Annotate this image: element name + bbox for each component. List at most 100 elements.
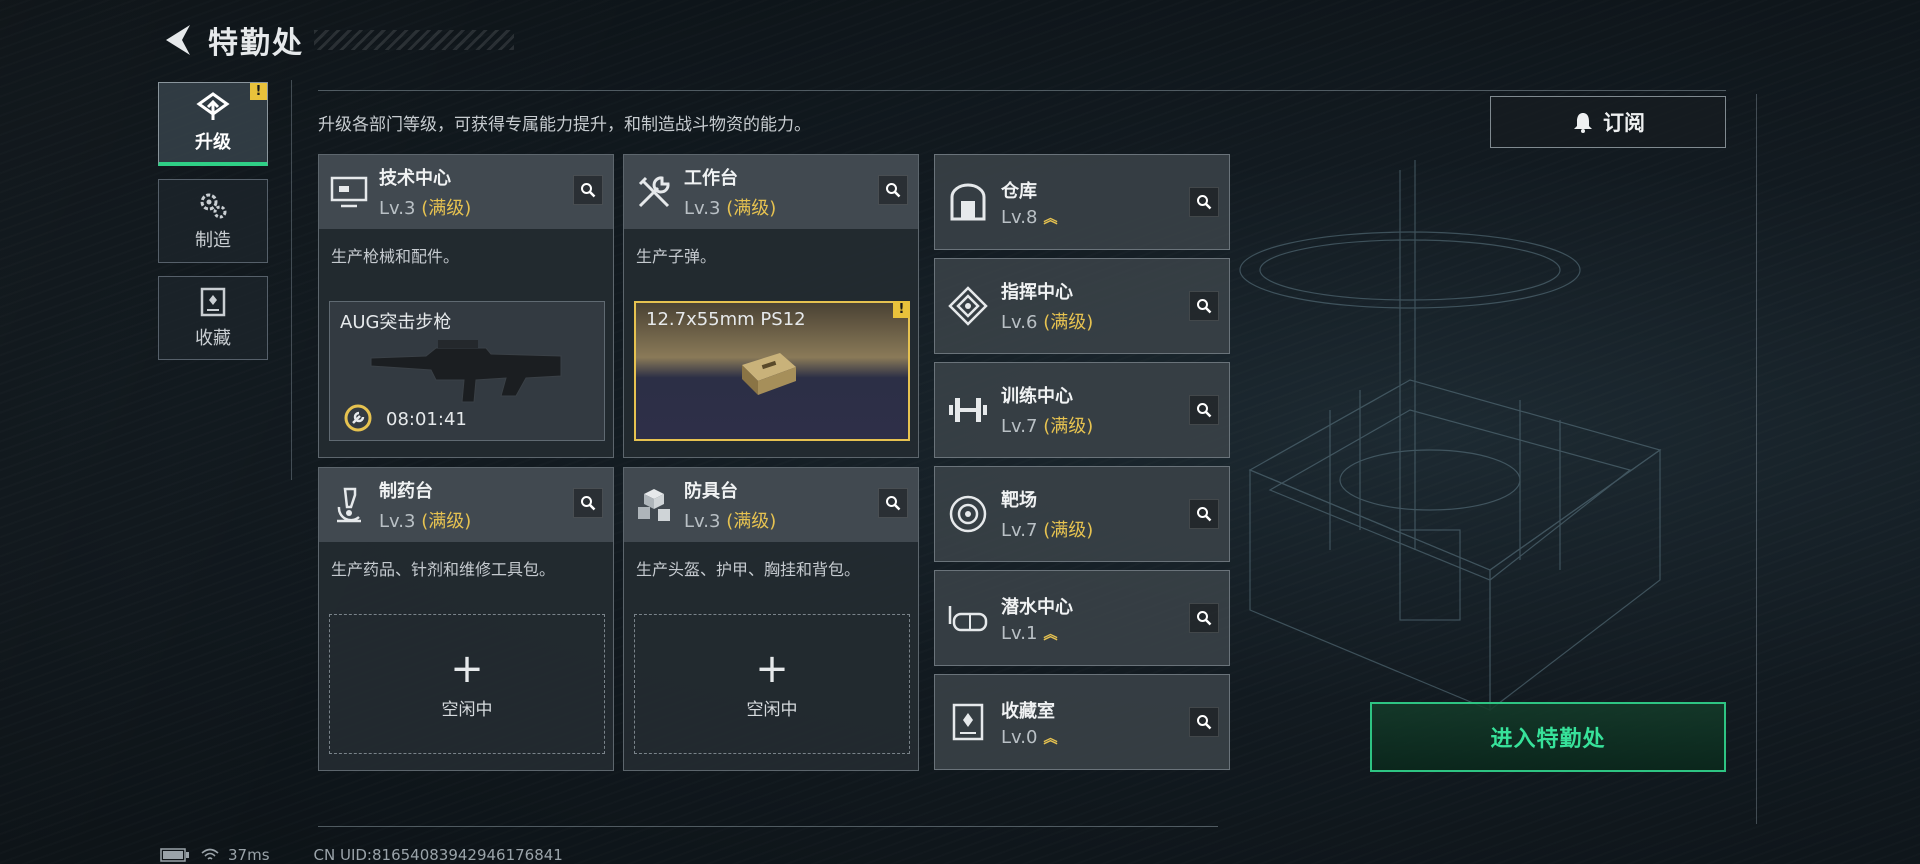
- card-title: 防具台: [684, 481, 738, 502]
- tools-icon: [624, 155, 684, 229]
- search-button[interactable]: [1189, 395, 1219, 425]
- facility-level: Lv.8: [1001, 206, 1038, 228]
- collection-icon: [200, 287, 226, 317]
- battery-icon: [160, 848, 189, 862]
- card-description: 生产头盔、护甲、胸挂和背包。: [636, 560, 861, 579]
- search-icon: [886, 183, 901, 198]
- facility-diving-center[interactable]: 潜水中心 Lv.1 ︽: [934, 570, 1230, 666]
- facility-training-center[interactable]: 训练中心 Lv.7 (满级): [934, 362, 1230, 458]
- facility-name: 收藏室: [1001, 700, 1055, 722]
- card-workbench[interactable]: 工作台 Lv.3 (满级) 生产子弹。 ! 12.7x55mm PS12: [623, 154, 919, 458]
- building-wireframe-image: [1239, 160, 1662, 712]
- wifi-icon: [201, 848, 219, 860]
- card-armor-bench[interactable]: 防具台 Lv.3 (满级) 生产头盔、护甲、胸挂和背包。 + 空闲中: [623, 467, 919, 771]
- card-level: Lv.3: [379, 511, 416, 532]
- card-title: 工作台: [684, 168, 738, 189]
- search-icon: [1197, 299, 1212, 314]
- search-icon: [1197, 611, 1212, 626]
- card-header: 工作台 Lv.3 (满级): [624, 155, 918, 229]
- card-tech-center[interactable]: 技术中心 Lv.3 (满级) 生产枪械和配件。 AUG突击步枪 08:01:41: [318, 154, 614, 458]
- enter-label: 进入特勤处: [1490, 727, 1606, 752]
- facility-level: Lv.0: [1001, 726, 1038, 748]
- card-description: 生产药品、针剂和维修工具包。: [331, 560, 556, 579]
- facility-collection-room[interactable]: 收藏室 Lv.0 ︽: [934, 674, 1230, 770]
- section-description: 升级各部门等级，可获得专属能力提升，和制造战斗物资的能力。: [318, 115, 811, 135]
- search-button[interactable]: [1189, 187, 1219, 217]
- facility-max-tag: (满级): [1043, 520, 1094, 541]
- card-level: Lv.3: [684, 198, 721, 219]
- gears-icon: [200, 193, 227, 219]
- computer-icon: [319, 155, 379, 229]
- search-icon: [1197, 195, 1212, 210]
- back-button[interactable]: [160, 22, 196, 58]
- search-button[interactable]: [1189, 499, 1219, 529]
- facility-shooting-range[interactable]: 靶场 Lv.7 (满级): [934, 466, 1230, 562]
- upgrade-chevron-icon: ︽: [1043, 730, 1057, 747]
- search-icon: [1197, 715, 1212, 730]
- empty-production-slot[interactable]: + 空闲中: [634, 614, 910, 754]
- production-slot[interactable]: AUG突击步枪 08:01:41: [329, 301, 605, 441]
- user-uid: CN UID:81654083942946176841: [313, 846, 563, 864]
- search-button[interactable]: [878, 488, 908, 518]
- search-icon: [581, 183, 596, 198]
- card-title: 技术中心: [379, 168, 451, 189]
- rifle-image: [370, 340, 562, 403]
- search-button[interactable]: [878, 175, 908, 205]
- bottom-frame-line: [318, 826, 1218, 827]
- facility-name: 靶场: [1001, 490, 1037, 511]
- facility-name: 仓库: [1001, 180, 1037, 202]
- card-pharmacy[interactable]: 制药台 Lv.3 (满级) 生产药品、针剂和维修工具包。 + 空闲中: [318, 467, 614, 771]
- production-slot[interactable]: ! 12.7x55mm PS12: [634, 301, 910, 441]
- card-max-tag: (满级): [726, 511, 777, 532]
- top-frame-line: [318, 90, 1726, 91]
- nav-craft[interactable]: 制造: [158, 179, 268, 263]
- blocks-icon: [624, 468, 684, 542]
- plus-icon: +: [450, 645, 484, 692]
- nav-upgrade[interactable]: ! 升级: [158, 82, 268, 166]
- search-button[interactable]: [1189, 707, 1219, 737]
- card-max-tag: (满级): [421, 511, 472, 532]
- title-decoration: [314, 30, 514, 50]
- card-header: 制药台 Lv.3 (满级): [319, 468, 613, 542]
- production-item-name: AUG突击步枪: [340, 312, 452, 333]
- card-description: 生产枪械和配件。: [331, 247, 460, 266]
- card-max-tag: (满级): [421, 198, 472, 219]
- facility-warehouse[interactable]: 仓库 Lv.8 ︽: [934, 154, 1230, 250]
- card-header: 防具台 Lv.3 (满级): [624, 468, 918, 542]
- facility-level: Lv.7: [1001, 520, 1038, 541]
- plus-icon: +: [755, 645, 789, 692]
- facility-command-center[interactable]: 指挥中心 Lv.6 (满级): [934, 258, 1230, 354]
- alert-badge: !: [250, 83, 267, 100]
- facility-max-tag: (满级): [1043, 312, 1094, 333]
- search-button[interactable]: [573, 175, 603, 205]
- card-description: 生产子弹。: [636, 247, 717, 266]
- nav-craft-label: 制造: [195, 230, 231, 251]
- card-title: 制药台: [379, 481, 433, 502]
- search-icon: [581, 496, 596, 511]
- alert-badge: !: [893, 301, 910, 318]
- facility-name: 训练中心: [1001, 386, 1073, 407]
- upgrade-chevron-icon: ︽: [1043, 210, 1057, 227]
- card-max-tag: (满级): [726, 198, 777, 219]
- right-frame-line: [1756, 94, 1757, 824]
- collection-icon: [935, 674, 1001, 770]
- search-icon: [1197, 403, 1212, 418]
- upgrade-icon: [196, 91, 230, 120]
- search-button[interactable]: [573, 488, 603, 518]
- search-button[interactable]: [1189, 603, 1219, 633]
- enter-special-ops-button[interactable]: 进入特勤处: [1370, 702, 1726, 772]
- search-button[interactable]: [1189, 291, 1219, 321]
- left-frame-line: [291, 80, 292, 480]
- microscope-icon: [319, 468, 379, 542]
- side-nav: ! 升级 制造 收藏: [158, 82, 270, 373]
- idle-label: 空闲中: [441, 699, 493, 720]
- back-arrow-icon: [166, 25, 190, 55]
- facility-name: 指挥中心: [1001, 282, 1073, 303]
- subscribe-button[interactable]: 订阅: [1490, 96, 1726, 148]
- ping-value: 37ms: [228, 846, 270, 864]
- empty-production-slot[interactable]: + 空闲中: [329, 614, 605, 754]
- header: 特勤处: [160, 18, 514, 62]
- subscribe-label: 订阅: [1603, 111, 1645, 135]
- nav-collection[interactable]: 收藏: [158, 276, 268, 360]
- ammo-box-image: [742, 353, 796, 395]
